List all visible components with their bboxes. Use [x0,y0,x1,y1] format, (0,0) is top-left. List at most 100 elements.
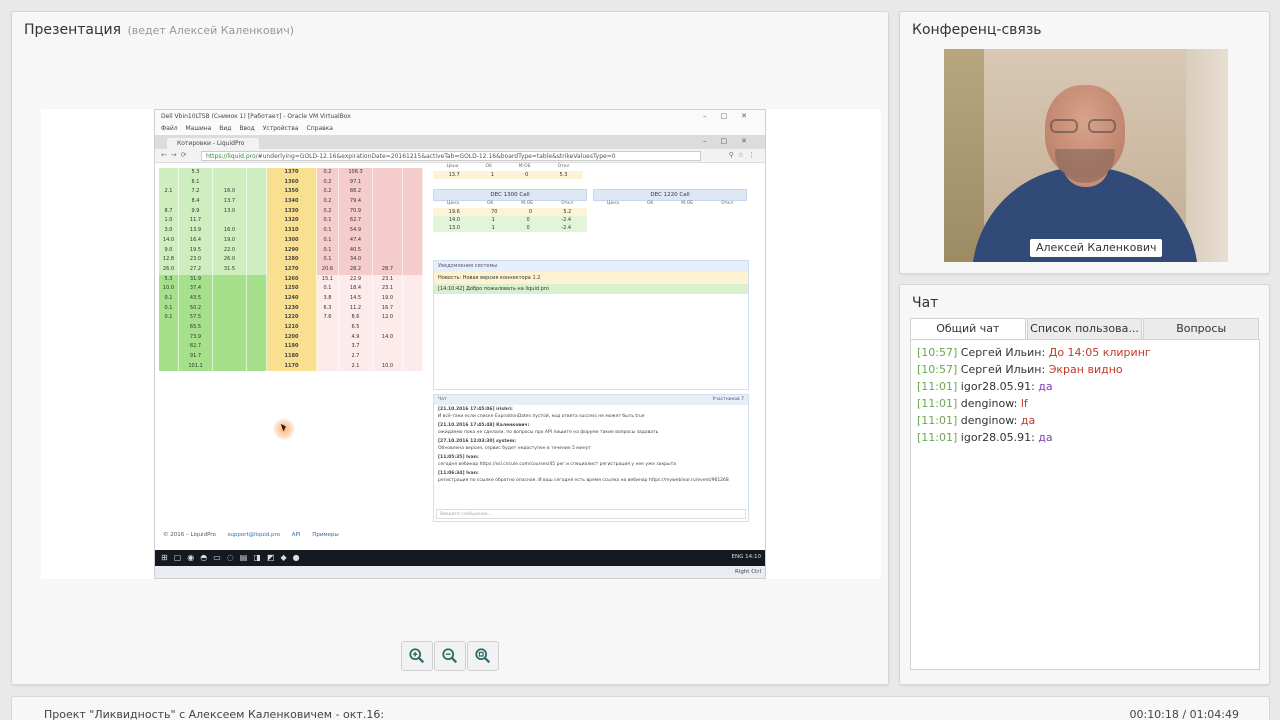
board-cell [403,274,423,285]
slide-area: Dell Vbin10LTSB (Снимок 1) [Работает] - … [41,109,881,579]
virtualbox-status-bar: Right Ctrl [155,566,765,578]
board-cell: 23.1 [373,274,403,285]
board-cell: 10.0 [373,361,403,372]
embedded-msg-head: [11:06:34] Ivan: [438,471,479,476]
board-strike: 1340 [267,197,317,207]
board-cell [403,352,423,362]
chat-message-text: да [1038,380,1053,393]
vm-menu-item: Вид [219,125,232,132]
board-cell [373,197,403,207]
board-cell: 28.7 [373,264,403,275]
board-cell: 0.2 [317,187,339,198]
board-cell: 91.7 [179,352,213,362]
board-cell: 88.2 [339,187,373,198]
board-row: 0.1 57.5 1220 7.6 8.6 12.0 [159,313,425,323]
zoom-in-button[interactable] [401,641,433,671]
card-cell: 0 [528,209,533,215]
board-cell [159,323,179,333]
taskbar-apps-icon: ⊞▢◉◓▭◌▤◨◩◆● [161,553,306,562]
card-col: Откл [561,201,573,206]
board-cell: 0.1 [317,235,339,246]
vm-window-title: Dell Vbin10LTSB (Снимок 1) [Работает] - … [155,110,765,124]
board-cell: 0.1 [159,293,179,304]
chat-message-author: Сергей Ильин: [960,363,1046,376]
option-card-1: DEC 1300 Call Цена Об М.ОБ Откл 19.6 70 … [433,189,587,232]
zoom-fit-button[interactable] [467,641,499,671]
zoom-out-button[interactable] [434,641,466,671]
chat-message-time: [10:57] [917,363,958,376]
embedded-msg-text: ожидаемо пока не сделали. по вопросы про… [438,430,659,435]
board-strike: 1230 [267,303,317,314]
conference-panel: Конференц-связь Алексей Каленкович [899,11,1270,274]
board-cell: 62.7 [339,216,373,227]
card1-row: 19.6 70 0 5.2 [433,208,587,216]
chat-message-time: [10:57] [917,346,958,359]
card-cell: 1 [490,172,495,178]
board-cell: 23.0 [179,255,213,265]
card-col: Об [485,164,492,169]
tray-lang: ENG [731,554,744,560]
board-cell [373,245,403,256]
board-cell [317,342,339,353]
board-cell [403,313,423,323]
board-cell [317,361,339,372]
tab-questions[interactable]: Вопросы [1143,318,1260,339]
board-strike: 1290 [267,245,317,256]
board-cell [373,352,403,362]
board-cell: 50.2 [179,303,213,314]
tab-general-chat[interactable]: Общий чат [910,318,1026,339]
board-cell: 4.9 [339,332,373,343]
chat-message: [10:57] Сергей Ильин: До 14:05 клиринг [917,344,1253,361]
vm-menu-item: Устройства [262,125,299,132]
board-cell [403,303,423,314]
board-cell: 1.0 [159,216,179,227]
board-cell: 13.7 [213,197,247,207]
board-strike: 1260 [267,274,317,285]
card-cell: 0 [525,172,529,178]
footer-api-link: API [291,532,301,538]
card-header-cols: Цена Об М.ОБ Откл [433,164,583,171]
board-cell: 12.8 [159,255,179,265]
tab-user-list[interactable]: Список пользова... [1026,318,1143,339]
chat-message: [11:01] igor28.05.91: да [917,378,1253,395]
mouse-pointer-icon [273,418,295,440]
chat-message-author: igor28.05.91: [960,431,1035,444]
board-cell [247,361,267,372]
board-cell [247,342,267,353]
board-cell: 8.4 [179,197,213,207]
board-row: 5.3 1370 0.2 106.3 [159,168,425,178]
board-cell [213,323,247,333]
playback-time: 00:10:18 / 01:04:49 [1129,708,1239,720]
board-strike: 1320 [267,216,317,227]
vbox-hostkey: Right Ctrl [734,569,761,575]
board-cell [247,235,267,246]
board-strike: 1180 [267,352,317,362]
board-cell [403,226,423,236]
board-cell [213,361,247,372]
board-cell: 0.1 [317,245,339,256]
page-footer: © 2016 – LiquidPro support@liquid.pro AP… [163,532,349,538]
board-row: 1.0 11.7 1320 0.1 62.7 [159,216,425,227]
board-cell: 2.7 [339,352,373,362]
notifications-title: Уведомления системы [434,261,748,272]
board-cell [403,264,423,275]
board-strike: 1310 [267,226,317,236]
speaker-video: Алексей Каленкович [944,49,1228,262]
board-row: 3.0 13.9 16.0 1310 0.1 54.9 [159,226,425,236]
board-cell [247,168,267,178]
vm-menu-item: Ввод [239,125,255,132]
board-cell [247,274,267,285]
board-cell: 14.0 [159,235,179,246]
board-cell [247,255,267,265]
card1-cols: Цена Об М.ОБ Откл [433,201,587,208]
zoom-fit-icon [475,648,491,664]
board-strike: 1360 [267,177,317,188]
card-col: Об [486,201,494,206]
taskbar-tray: ENG 14:10 [732,554,761,560]
board-cell [247,293,267,304]
chat-message-time: [11:01] [917,431,958,444]
conference-title: Конференц-связь [912,22,1042,38]
card-cell: 19.6 [448,209,460,215]
board-cell: 10.0 [159,284,179,294]
board-cell [159,332,179,343]
